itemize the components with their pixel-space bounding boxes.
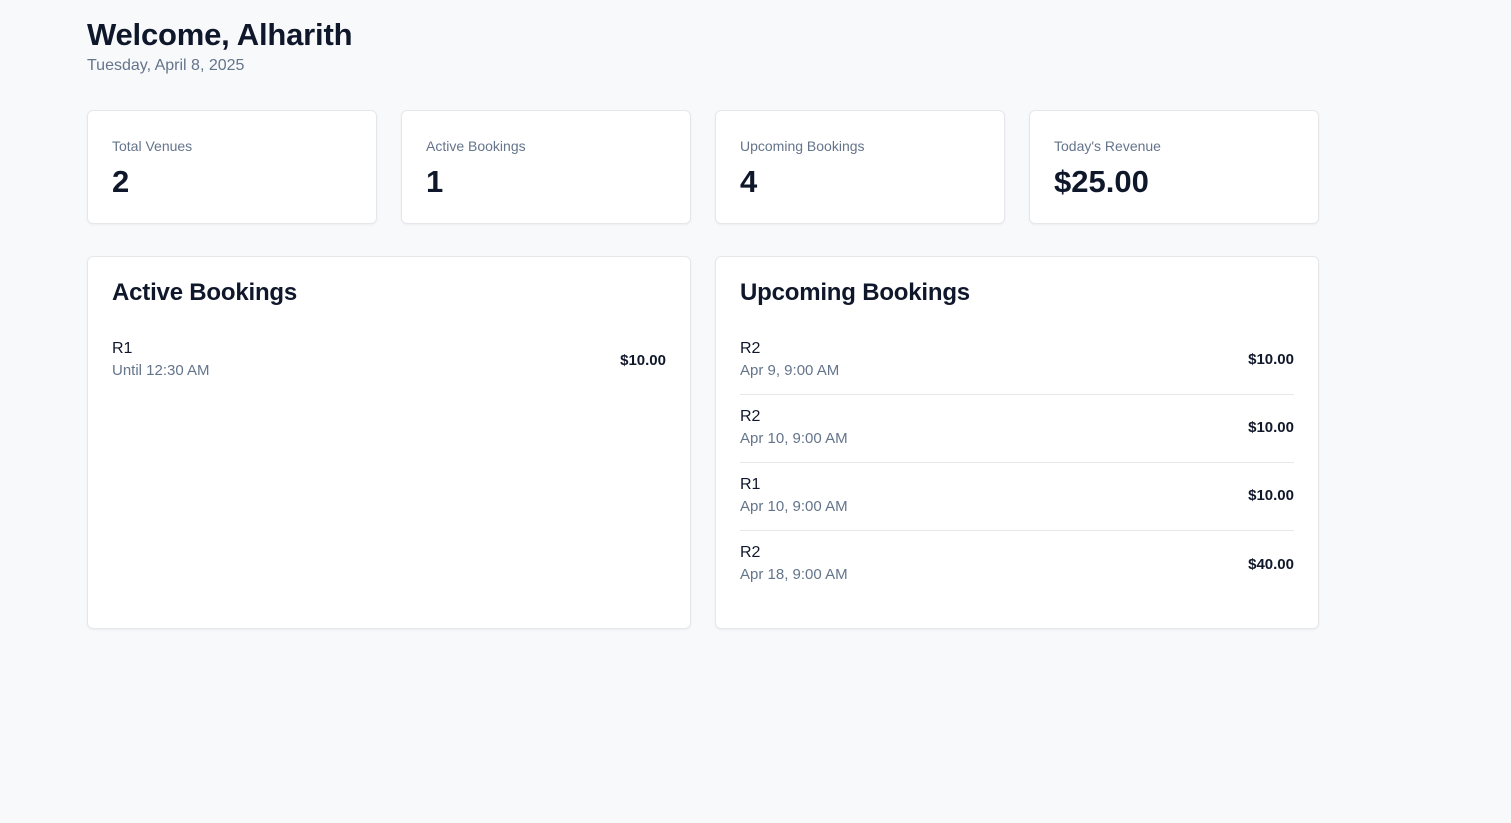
- stat-label: Active Bookings: [426, 138, 526, 154]
- booking-time: Apr 18, 9:00 AM: [740, 566, 848, 583]
- booking-time: Apr 10, 9:00 AM: [740, 429, 848, 447]
- stat-label: Total Venues: [112, 138, 193, 154]
- stat-card-upcoming-bookings: Upcoming Bookings 4: [715, 110, 1005, 224]
- booking-item[interactable]: R2 Apr 18, 9:00 AM $40.00: [740, 531, 1294, 599]
- stat-card-active-bookings: Active Bookings 1: [401, 110, 691, 224]
- panel-title: Upcoming Bookings: [740, 279, 970, 306]
- page-header: Welcome, Alharith Tuesday, April 8, 2025: [87, 16, 353, 76]
- booking-info: R2 Apr 9, 9:00 AM: [740, 339, 839, 381]
- upcoming-bookings-panel: Upcoming Bookings R2 Apr 9, 9:00 AM $10.…: [715, 256, 1319, 629]
- booking-info: R1 Apr 10, 9:00 AM: [740, 475, 848, 517]
- booking-info: R2 Apr 18, 9:00 AM: [740, 543, 848, 585]
- booking-time: Apr 10, 9:00 AM: [740, 497, 848, 515]
- booking-time: Until 12:30 AM: [112, 362, 210, 379]
- booking-item[interactable]: R2 Apr 10, 9:00 AM $10.00: [740, 395, 1294, 463]
- stat-value: $25.00: [1054, 164, 1149, 199]
- booking-venue: R2: [740, 407, 761, 425]
- booking-price: $40.00: [1248, 555, 1294, 573]
- booking-venue: R1: [112, 340, 133, 357]
- stat-value: 1: [426, 164, 444, 199]
- panel-title: Active Bookings: [112, 279, 298, 306]
- booking-venue: R1: [740, 475, 761, 493]
- booking-venue: R2: [740, 339, 761, 357]
- stat-value: 4: [740, 164, 758, 199]
- stat-label: Today's Revenue: [1054, 138, 1161, 154]
- page-title: Welcome, Alharith: [87, 17, 353, 52]
- booking-item[interactable]: R2 Apr 9, 9:00 AM $10.00: [740, 335, 1294, 395]
- stats-row: Total Venues 2 Active Bookings 1 Upcomin…: [87, 110, 1319, 224]
- booking-price: $10.00: [1248, 487, 1294, 504]
- stat-card-todays-revenue: Today's Revenue $25.00: [1029, 110, 1319, 224]
- upcoming-bookings-list: R2 Apr 9, 9:00 AM $10.00 R2 Apr 10, 9:00…: [740, 335, 1294, 599]
- stat-value: 2: [112, 164, 130, 199]
- dashboard-page: Welcome, Alharith Tuesday, April 8, 2025…: [0, 0, 1511, 823]
- booking-item[interactable]: R1 Apr 10, 9:00 AM $10.00: [740, 463, 1294, 531]
- active-bookings-panel: Active Bookings R1 Until 12:30 AM $10.00: [87, 256, 691, 629]
- stat-label: Upcoming Bookings: [740, 138, 865, 154]
- booking-item[interactable]: R1 Until 12:30 AM $10.00: [112, 335, 666, 395]
- active-bookings-list: R1 Until 12:30 AM $10.00: [112, 335, 666, 395]
- stat-card-total-venues: Total Venues 2: [87, 110, 377, 224]
- bookings-panels: Active Bookings R1 Until 12:30 AM $10.00…: [87, 256, 1319, 629]
- booking-price: $10.00: [1248, 419, 1294, 436]
- booking-price: $10.00: [620, 351, 666, 369]
- booking-time: Apr 9, 9:00 AM: [740, 361, 840, 379]
- booking-price: $10.00: [1248, 351, 1294, 368]
- booking-info: R2 Apr 10, 9:00 AM: [740, 407, 848, 449]
- booking-info: R1 Until 12:30 AM: [112, 339, 210, 381]
- current-date: Tuesday, April 8, 2025: [87, 57, 245, 74]
- booking-venue: R2: [740, 544, 761, 561]
